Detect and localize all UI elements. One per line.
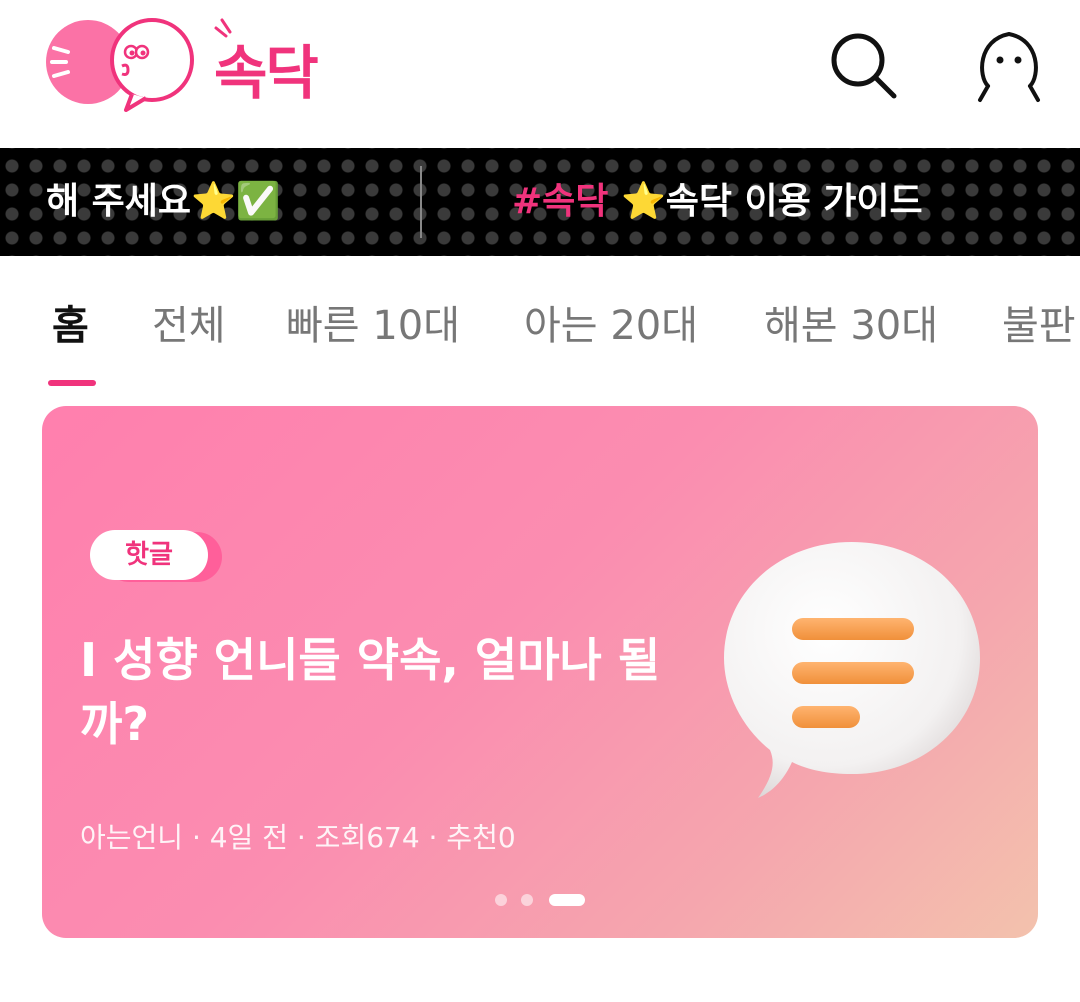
ticker-item-guide: #속닥 ⭐속닥 이용 가이드 [512,178,972,226]
search-button[interactable] [828,30,900,102]
profile-icon [978,31,1040,102]
tab-10s[interactable]: 빠른 10대 [286,298,460,354]
pagination-dot[interactable] [495,894,507,906]
pagination-dot[interactable] [521,894,533,906]
post-meta: 아는언니 · 4일 전 · 조회674 · 추천0 [80,821,516,854]
search-icon [831,33,897,99]
tab-home[interactable]: 홈 [52,298,89,354]
ticker-divider [420,166,422,238]
pagination-dot-active[interactable] [549,894,585,906]
tab-30s[interactable]: 해본 30대 [764,298,938,354]
chat-bubble-icon [718,540,984,802]
active-tab-indicator [48,380,96,386]
tab-20s[interactable]: 아는 20대 [524,298,698,354]
tab-all[interactable]: 전체 [152,298,226,354]
category-tabs: 홈 전체 빠른 10대 아는 20대 해본 30대 불판 [0,256,1080,396]
profile-button[interactable] [974,24,1044,104]
hot-tag: 핫글 [90,530,222,582]
app-header: 속닥 [0,0,1080,148]
tab-bulpan[interactable]: 불판 [1002,298,1076,354]
carousel-pagination [495,894,587,906]
ticker-guide-text: ⭐속닥 이용 가이드 [608,181,923,222]
ticker-item: 해 주세요⭐✅ [46,181,281,222]
tag-label: 핫글 [90,530,208,580]
post-title[interactable]: I 성향 언니들 약속, 얼마나 될까? [80,628,680,756]
logo-text: 속닥 [214,39,319,107]
ticker-hashtag: #속닥 [512,181,609,222]
notice-ticker[interactable]: 해 주세요⭐✅ #속닥 ⭐속닥 이용 가이드 [0,148,1080,256]
